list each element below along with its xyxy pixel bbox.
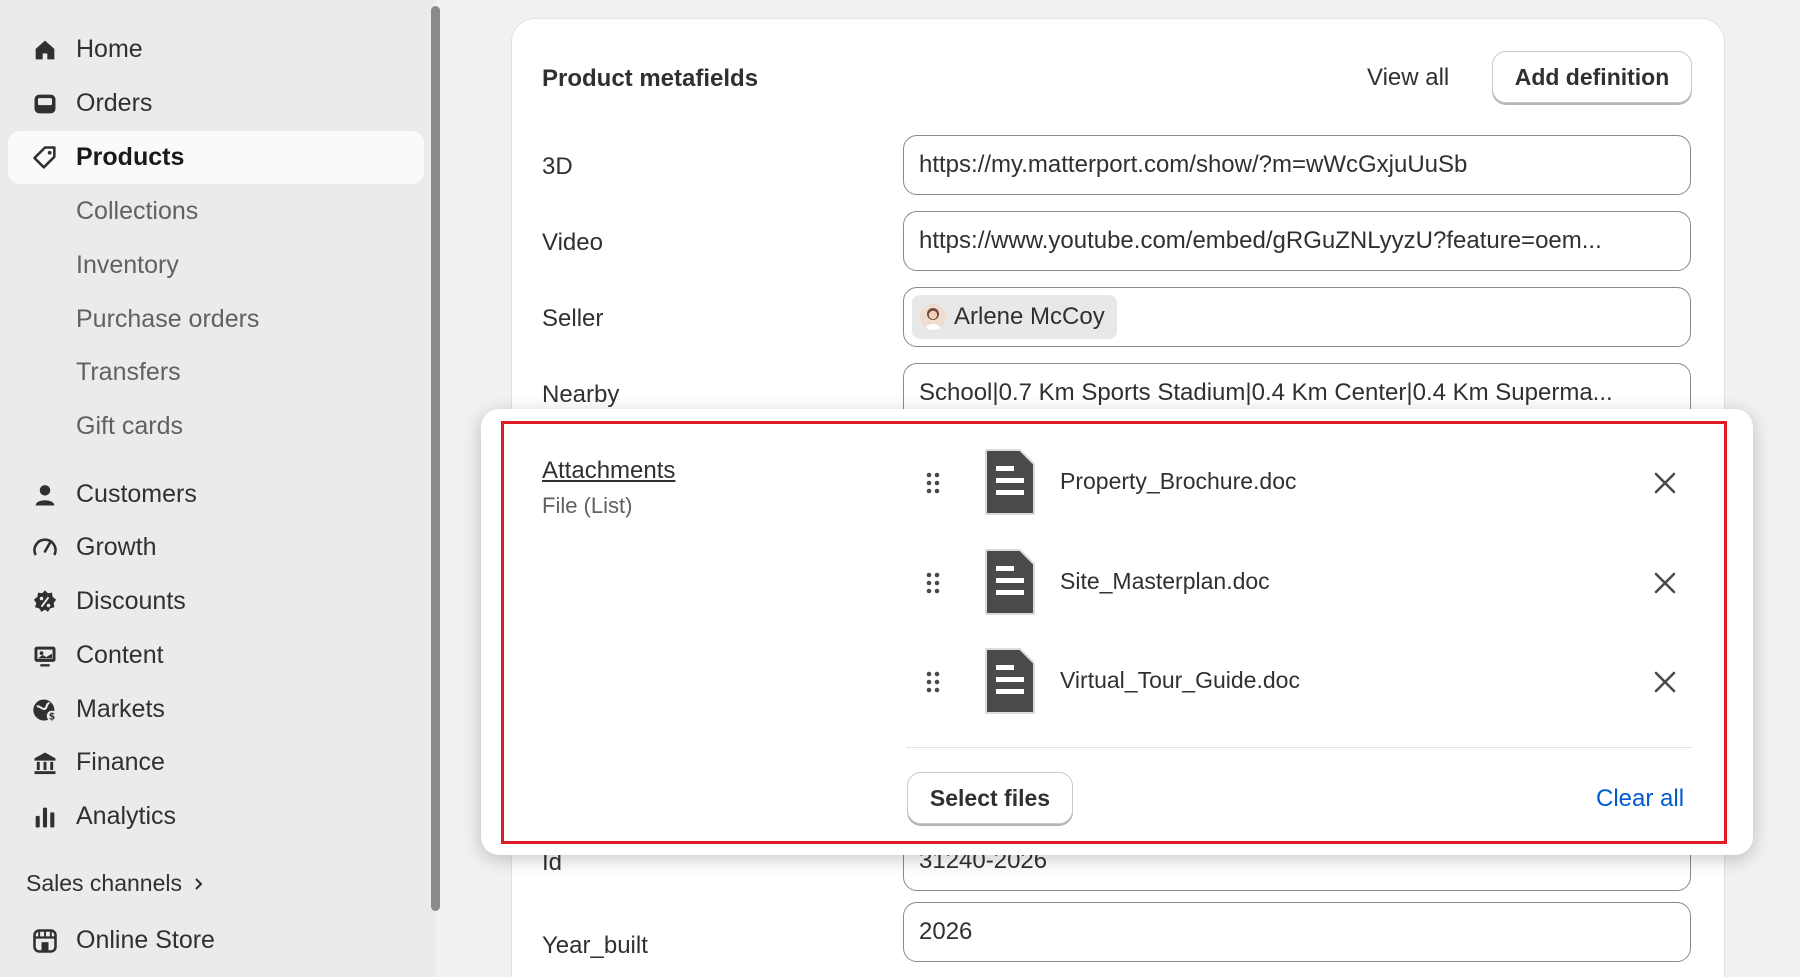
- store-icon: [30, 926, 60, 956]
- sidebar-item-label: Home: [76, 35, 143, 63]
- file-name: Site_Masterplan.doc: [1060, 568, 1270, 594]
- select-files-button[interactable]: Select files: [907, 772, 1073, 824]
- content-icon: [30, 641, 60, 671]
- field-input-video[interactable]: https://www.youtube.com/embed/gRGuZNLyyz…: [903, 211, 1691, 271]
- view-all-link[interactable]: View all: [1367, 64, 1449, 92]
- list-item: Property_Brochure.doc: [910, 446, 1700, 522]
- sidebar-subitem-gift-cards[interactable]: Gift cards: [8, 400, 424, 453]
- sidebar-item-label: Orders: [76, 89, 153, 117]
- sidebar-subitem-purchase-orders[interactable]: Purchase orders: [8, 293, 424, 346]
- sidebar-item-label: Products: [76, 143, 185, 171]
- close-icon[interactable]: [1650, 468, 1680, 498]
- sidebar-item-products[interactable]: Products: [8, 131, 424, 184]
- sidebar-item-label: Content: [76, 641, 164, 669]
- sidebar-item-customers[interactable]: Customers: [8, 468, 424, 521]
- drag-handle-icon[interactable]: [924, 570, 942, 596]
- list-item: Virtual_Tour_Guide.doc: [910, 645, 1700, 721]
- home-icon: [30, 35, 60, 65]
- sidebar-item-label: Growth: [76, 533, 157, 561]
- gauge-icon: [30, 533, 60, 563]
- sidebar-subitem-label: Transfers: [76, 358, 181, 386]
- close-icon[interactable]: [1650, 568, 1680, 598]
- bank-icon: [30, 748, 60, 778]
- field-input-year-built[interactable]: 2026: [903, 902, 1691, 962]
- orders-icon: [30, 89, 60, 119]
- svg-text:$: $: [49, 711, 56, 722]
- sidebar-item-label: Online Store: [76, 926, 215, 954]
- attachments-type: File (List): [542, 493, 633, 518]
- sales-channels-header[interactable]: Sales channels: [26, 870, 206, 897]
- seller-chip[interactable]: Arlene McCoy: [912, 295, 1117, 339]
- add-definition-button[interactable]: Add definition: [1492, 51, 1692, 103]
- close-icon[interactable]: [1650, 667, 1680, 697]
- sidebar-subitem-collections[interactable]: Collections: [8, 185, 424, 238]
- sidebar-item-label: Customers: [76, 480, 197, 508]
- sidebar-scrollbar[interactable]: [431, 6, 440, 911]
- field-label-3d: 3D: [542, 153, 573, 180]
- drag-handle-icon[interactable]: [924, 669, 942, 695]
- card-title: Product metafields: [542, 65, 759, 92]
- globe-icon: $: [30, 695, 60, 725]
- document-icon: [982, 645, 1038, 717]
- file-name: Virtual_Tour_Guide.doc: [1060, 667, 1300, 693]
- sidebar-item-label: Discounts: [76, 587, 186, 615]
- sidebar-item-markets[interactable]: $ Markets: [8, 683, 424, 736]
- app-root: Home Orders Products Collections Invento…: [0, 0, 1800, 977]
- sidebar-item-orders[interactable]: Orders: [8, 77, 424, 130]
- list-item: Site_Masterplan.doc: [910, 546, 1700, 622]
- sidebar: Home Orders Products Collections Invento…: [0, 0, 440, 977]
- sidebar-subitem-label: Purchase orders: [76, 305, 260, 333]
- field-input-seller[interactable]: Arlene McCoy: [903, 287, 1691, 347]
- tag-icon: [30, 143, 60, 173]
- sidebar-item-home[interactable]: Home: [8, 23, 424, 76]
- sidebar-subitem-label: Gift cards: [76, 412, 183, 440]
- avatar: [920, 304, 946, 330]
- sidebar-item-label: Markets: [76, 695, 165, 723]
- drag-handle-icon[interactable]: [924, 470, 942, 496]
- sales-channels-label: Sales channels: [26, 870, 182, 896]
- sidebar-subitem-label: Inventory: [76, 251, 179, 279]
- person-icon: [30, 480, 60, 510]
- seller-name: Arlene McCoy: [954, 303, 1105, 330]
- discount-icon: [30, 587, 60, 617]
- sidebar-subitem-transfers[interactable]: Transfers: [8, 346, 424, 399]
- sidebar-item-analytics[interactable]: Analytics: [8, 790, 424, 843]
- sidebar-item-discounts[interactable]: Discounts: [8, 575, 424, 628]
- sidebar-item-online-store[interactable]: Online Store: [8, 914, 424, 967]
- field-input-3d[interactable]: https://my.matterport.com/show/?m=wWcGxj…: [903, 135, 1691, 195]
- sidebar-subitem-label: Collections: [76, 197, 199, 225]
- bar-chart-icon: [30, 802, 60, 832]
- field-label-nearby: Nearby: [542, 381, 620, 408]
- field-label-video: Video: [542, 229, 603, 256]
- file-name: Property_Brochure.doc: [1060, 468, 1297, 494]
- sidebar-item-label: Analytics: [76, 802, 177, 830]
- attachments-title[interactable]: Attachments: [542, 457, 675, 485]
- chevron-right-icon: [192, 870, 206, 897]
- clear-all-link[interactable]: Clear all: [1596, 785, 1684, 813]
- sidebar-item-label: Finance: [76, 748, 165, 776]
- sidebar-item-growth[interactable]: Growth: [8, 521, 424, 574]
- document-icon: [982, 546, 1038, 618]
- sidebar-item-finance[interactable]: Finance: [8, 736, 424, 789]
- divider: [906, 747, 1692, 748]
- document-icon: [982, 446, 1038, 518]
- field-label-year-built: Year_built: [542, 932, 648, 959]
- field-label-seller: Seller: [542, 305, 604, 332]
- sidebar-subitem-inventory[interactable]: Inventory: [8, 239, 424, 292]
- sidebar-item-content[interactable]: Content: [8, 629, 424, 682]
